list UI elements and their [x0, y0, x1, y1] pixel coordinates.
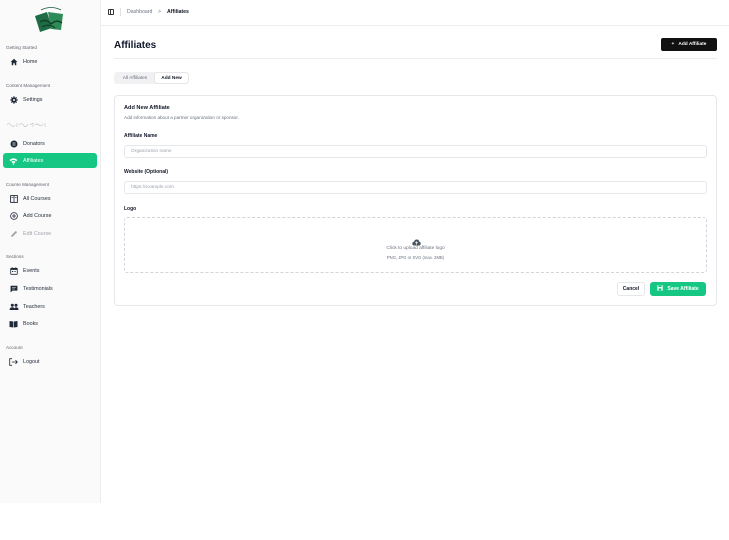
- book-icon: [6, 320, 21, 328]
- group-label-account: Account: [6, 345, 23, 350]
- sidebar-item-events[interactable]: Events: [3, 263, 97, 278]
- upload-hint: PNG, JPG or SVG (max. 2MB): [386, 255, 445, 260]
- breadcrumb-dashboard[interactable]: Dashboard: [127, 9, 152, 15]
- wifi-icon: [6, 157, 21, 165]
- sidebar-item-donators[interactable]: Donators: [3, 136, 97, 151]
- group-label-getting-started: Getting Started: [6, 45, 37, 50]
- group-label-sections: Sections: [6, 254, 24, 259]
- group-label-course-management: Course Management: [6, 182, 49, 187]
- add-affiliate-label: Add Affiliate: [678, 42, 707, 47]
- app-logo: [31, 2, 71, 34]
- sidebar-item-label: Logout: [23, 358, 40, 365]
- upload-instruction: Click to upload affiliate logo: [386, 246, 445, 251]
- website-label: Website (Optional): [124, 169, 169, 175]
- card-title: Add New Affiliate: [124, 105, 170, 111]
- header-divider: [114, 58, 717, 59]
- sidebar-item-teachers[interactable]: Teachers: [3, 299, 97, 314]
- grid-book-icon: [6, 194, 21, 203]
- sidebar-item-label: Home: [23, 58, 38, 65]
- sidebar-item-label: Events: [23, 267, 40, 274]
- tab-add-new[interactable]: Add New: [155, 73, 188, 83]
- add-affiliate-card: Add New Affiliate Add information about …: [114, 95, 717, 306]
- sidebar-item-label: Books: [23, 320, 38, 327]
- coin-icon: [6, 140, 21, 148]
- logo-upload-dropzone[interactable]: Click to upload affiliate logo PNG, JPG …: [124, 217, 707, 273]
- plus-icon: +: [671, 42, 675, 47]
- sidebar-item-testimonials[interactable]: Testimonials: [3, 281, 97, 296]
- breadcrumb-separator: >: [158, 9, 162, 15]
- sidebar-item-settings[interactable]: Settings: [3, 92, 97, 107]
- affiliate-name-input[interactable]: Organization name: [124, 145, 707, 158]
- page-title: Affiliates: [114, 40, 157, 51]
- card-subtitle: Add information about a partner organiza…: [124, 115, 239, 120]
- website-input[interactable]: https://example.com: [124, 181, 707, 194]
- sidebar-toggle-icon[interactable]: [108, 9, 114, 15]
- sidebar-item-label: Edit Course: [23, 230, 52, 237]
- sidebar-item-add-course[interactable]: Add Course: [3, 208, 97, 223]
- cancel-button[interactable]: Cancel: [617, 282, 645, 296]
- add-affiliate-button[interactable]: + Add Affiliate: [661, 38, 717, 51]
- scribble-mark: [6, 116, 48, 127]
- group-label-content-management: Content Management: [6, 83, 51, 88]
- sidebar-item-all-courses[interactable]: All Courses: [3, 191, 97, 206]
- sidebar-item-label: Affiliates: [23, 157, 44, 164]
- sidebar-item-label: Testimonials: [23, 285, 53, 292]
- sidebar-item-edit-course[interactable]: Edit Course: [3, 226, 97, 241]
- plus-circle-icon: [6, 211, 21, 220]
- sidebar-item-logout[interactable]: Logout: [3, 354, 97, 369]
- logout-icon: [6, 357, 21, 366]
- breadcrumb-current: Affiliates: [167, 9, 189, 15]
- pencil-icon: [6, 230, 21, 238]
- divider: [120, 8, 121, 16]
- calendar-icon: [6, 266, 21, 275]
- sidebar-item-label: Teachers: [23, 303, 45, 310]
- tab-list: All Affiliates Add New: [114, 72, 189, 84]
- chat-bubble-icon: [6, 285, 21, 293]
- people-icon: [6, 303, 21, 311]
- sidebar-item-home[interactable]: Home: [3, 54, 97, 69]
- gear-icon: [6, 95, 21, 104]
- save-affiliate-button[interactable]: Save Affiliate: [650, 282, 706, 296]
- affiliate-name-label: Affiliate Name: [124, 133, 158, 139]
- sidebar-item-affiliates[interactable]: Affiliates: [3, 153, 97, 168]
- sidebar: Getting Started Home Content Management …: [0, 0, 101, 503]
- save-affiliate-label: Save Affiliate: [667, 286, 699, 292]
- sidebar-item-books[interactable]: Books: [3, 316, 97, 331]
- save-icon: [657, 285, 664, 293]
- sidebar-item-label: All Courses: [23, 195, 51, 202]
- top-bar: Dashboard > Affiliates: [101, 0, 729, 26]
- sidebar-item-label: Settings: [23, 96, 43, 103]
- sidebar-item-label: Donators: [23, 140, 45, 147]
- sidebar-item-label: Add Course: [23, 212, 52, 219]
- home-icon: [6, 58, 21, 66]
- logo-label: Logo: [124, 206, 137, 212]
- tab-all-affiliates[interactable]: All Affiliates: [115, 73, 155, 83]
